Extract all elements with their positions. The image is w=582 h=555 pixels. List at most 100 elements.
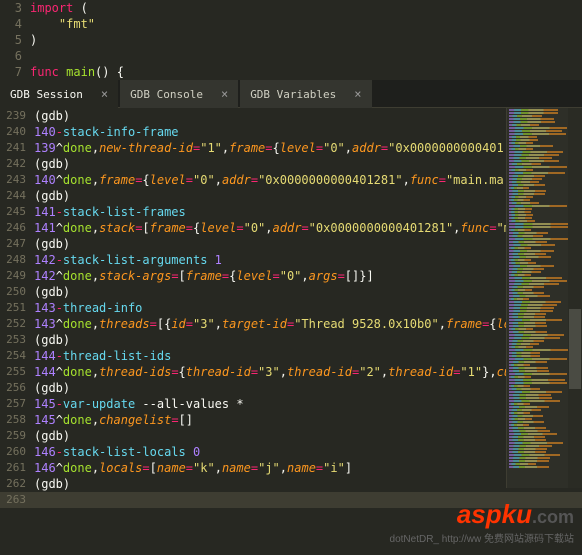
code-line[interactable]: 5) [0,32,582,48]
session-line[interactable]: 239(gdb) [0,108,582,124]
line-number: 245 [0,204,34,220]
session-line[interactable]: 248142-stack-list-arguments 1 [0,252,582,268]
close-icon[interactable]: × [354,87,361,101]
session-content: 141-stack-list-frames [34,204,186,220]
session-line[interactable]: 245141-stack-list-frames [0,204,582,220]
panel-tab[interactable]: GDB Session × [0,80,118,108]
line-number: 256 [0,380,34,396]
close-icon[interactable]: × [221,87,228,101]
line-content: ) [30,32,37,48]
line-number: 240 [0,124,34,140]
line-number: 249 [0,268,34,284]
vertical-scrollbar[interactable] [568,108,582,488]
session-content: 142^done,stack-args=[frame={level="0",ar… [34,268,374,284]
session-content: (gdb) [34,428,70,444]
session-content: (gdb) [34,236,70,252]
session-line[interactable]: 250(gdb) [0,284,582,300]
code-line[interactable]: 4 "fmt" [0,16,582,32]
line-number: 241 [0,140,34,156]
session-line[interactable]: 262(gdb) [0,476,582,492]
line-number: 250 [0,284,34,300]
session-content: 146^done,locals=[name="k",name="j",name=… [34,460,352,476]
close-icon[interactable]: × [101,87,108,101]
session-line[interactable]: 247(gdb) [0,236,582,252]
line-number: 261 [0,460,34,476]
session-content: (gdb) [34,476,70,492]
session-content: 139^done,new-thread-id="1",frame={level=… [34,140,504,156]
line-number: 254 [0,348,34,364]
line-number: 244 [0,188,34,204]
watermark-subtext: dotNetDR_ http://ww 免费网站源码下载站 [390,530,574,545]
session-content: 142-stack-list-arguments 1 [34,252,222,268]
session-line[interactable]: 257145-var-update --all-values * [0,396,582,412]
line-number: 3 [0,0,30,16]
session-line[interactable]: 249142^done,stack-args=[frame={level="0"… [0,268,582,284]
session-line[interactable]: 241139^done,new-thread-id="1",frame={lev… [0,140,582,156]
line-number: 239 [0,108,34,124]
tab-label: GDB Variables [250,88,336,101]
session-line[interactable]: 260146-stack-list-locals 0 [0,444,582,460]
session-line[interactable]: 259(gdb) [0,428,582,444]
minimap[interactable] [506,108,568,488]
line-number: 262 [0,476,34,492]
line-content: "fmt" [30,16,95,32]
tab-label: GDB Session [10,88,83,101]
line-number: 252 [0,316,34,332]
panel-tab[interactable]: GDB Variables × [240,80,371,108]
code-line[interactable]: 6 [0,48,582,64]
session-line[interactable]: 263 [0,492,582,508]
session-content: 140-stack-info-frame [34,124,179,140]
code-line[interactable]: 7func main() { [0,64,582,80]
line-number: 4 [0,16,30,32]
line-number: 263 [0,492,34,508]
session-line[interactable]: 246141^done,stack=[frame={level="0",addr… [0,220,582,236]
tab-label: GDB Console [130,88,203,101]
line-number: 248 [0,252,34,268]
session-line[interactable]: 255144^done,thread-ids={thread-id="3",th… [0,364,582,380]
session-content: 141^done,stack=[frame={level="0",addr="0… [34,220,511,236]
line-number: 258 [0,412,34,428]
session-line[interactable]: 240140-stack-info-frame [0,124,582,140]
session-line[interactable]: 244(gdb) [0,188,582,204]
session-content: (gdb) [34,156,70,172]
session-line[interactable]: 261146^done,locals=[name="k",name="j",na… [0,460,582,476]
code-editor-pane[interactable]: 3import (4 "fmt"5)67func main() { [0,0,582,80]
session-content: (gdb) [34,188,70,204]
session-line[interactable]: 253(gdb) [0,332,582,348]
session-content: 145^done,changelist=[] [34,412,193,428]
session-line[interactable]: 242(gdb) [0,156,582,172]
line-number: 259 [0,428,34,444]
session-line[interactable]: 258145^done,changelist=[] [0,412,582,428]
line-number: 246 [0,220,34,236]
session-content: (gdb) [34,332,70,348]
line-number: 253 [0,332,34,348]
session-content: (gdb) [34,284,70,300]
line-number: 247 [0,236,34,252]
line-content: func main() { [30,64,124,80]
session-line[interactable]: 254144-thread-list-ids [0,348,582,364]
session-content: 144-thread-list-ids [34,348,171,364]
session-line[interactable]: 252143^done,threads=[{id="3",target-id="… [0,316,582,332]
session-line[interactable]: 256(gdb) [0,380,582,396]
session-line[interactable]: 243140^done,frame={level="0",addr="0x000… [0,172,582,188]
panel-tabs-bar: GDB Session × GDB Console × GDB Variables × [0,80,582,108]
line-number: 251 [0,300,34,316]
panel-tab[interactable]: GDB Console × [120,80,238,108]
line-number: 7 [0,64,30,80]
code-line[interactable]: 3import ( [0,0,582,16]
line-number: 257 [0,396,34,412]
line-number: 242 [0,156,34,172]
line-number: 5 [0,32,30,48]
line-number: 260 [0,444,34,460]
session-line[interactable]: 251143-thread-info [0,300,582,316]
line-content: import ( [30,0,88,16]
line-number: 255 [0,364,34,380]
scrollbar-thumb[interactable] [569,309,581,389]
session-content: 146-stack-list-locals 0 [34,444,200,460]
gdb-session-pane[interactable]: 239(gdb)240140-stack-info-frame241139^do… [0,108,582,528]
session-content: (gdb) [34,380,70,396]
session-content: 145-var-update --all-values * [34,396,244,412]
session-content: 144^done,thread-ids={thread-id="3",threa… [34,364,511,380]
line-number: 243 [0,172,34,188]
session-content: 143-thread-info [34,300,142,316]
